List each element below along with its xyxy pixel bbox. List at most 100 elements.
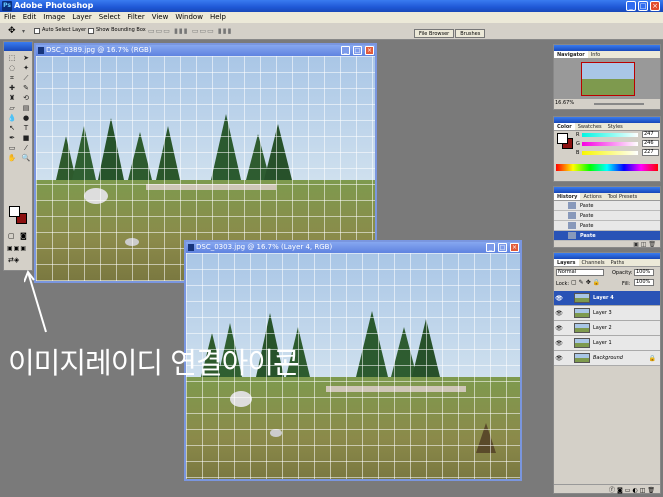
green-value[interactable]: 246 [642, 140, 659, 147]
show-bounding-box-checkbox[interactable] [88, 28, 94, 34]
screen-mode-icons[interactable]: ▣▣▣ [7, 245, 27, 252]
tab-actions[interactable]: Actions [580, 193, 604, 200]
healing-brush-tool-icon[interactable]: ✚ [5, 83, 19, 93]
move-tool-icon[interactable]: ➤ [19, 53, 33, 63]
zoom-tool-icon[interactable]: 🔍 [19, 153, 33, 163]
hand-tool-icon[interactable]: ✋ [5, 153, 19, 163]
marquee-tool-icon[interactable]: ⬚ [5, 53, 19, 63]
tab-layers[interactable]: Layers [554, 259, 579, 266]
opacity-field[interactable]: 100% [634, 269, 654, 276]
pen-tool-icon[interactable]: ✒ [5, 133, 19, 143]
blend-mode-select[interactable]: Normal [556, 269, 604, 276]
history-state[interactable]: Paste [554, 211, 660, 221]
tab-info[interactable]: Info [588, 51, 603, 58]
layer-row-background[interactable]: 👁 Background 🔒 [554, 351, 660, 366]
close-icon[interactable]: × [510, 243, 519, 252]
tab-channels[interactable]: Channels [579, 259, 608, 266]
brush-tool-icon[interactable]: ✎ [19, 83, 33, 93]
navigator-thumbnail[interactable] [581, 62, 635, 96]
tab-styles[interactable]: Styles [605, 123, 626, 130]
minimize-icon[interactable]: _ [341, 46, 350, 55]
menu-image[interactable]: Image [43, 12, 65, 23]
adjustment-layer-icon[interactable]: ◐ [632, 487, 639, 494]
shape-tool-icon[interactable]: ■ [19, 133, 33, 143]
slice-tool-icon[interactable]: ⟋ [19, 73, 33, 83]
close-icon[interactable]: × [365, 46, 374, 55]
crop-tool-icon[interactable]: ⌗ [5, 73, 19, 83]
notes-tool-icon[interactable]: ▭ [5, 143, 19, 153]
maximize-icon[interactable]: □ [498, 243, 507, 252]
tab-color[interactable]: Color [554, 123, 575, 130]
history-state-current[interactable]: Paste [554, 231, 660, 241]
new-document-icon[interactable]: ◫ [641, 241, 647, 248]
menu-file[interactable]: File [4, 12, 16, 23]
navigator-zoom-value[interactable]: 16.67% [555, 100, 574, 106]
visibility-eye-icon[interactable]: 👁 [554, 340, 564, 347]
trash-icon[interactable]: 🗑 [647, 487, 657, 494]
green-slider[interactable] [582, 142, 638, 146]
tab-swatches[interactable]: Swatches [575, 123, 605, 130]
quick-mask-icon[interactable]: ◙ [20, 232, 27, 240]
tab-tool-presets[interactable]: Tool Presets [605, 193, 641, 200]
visibility-eye-icon[interactable]: 👁 [554, 325, 564, 332]
layer-row[interactable]: 👁 Layer 4 [554, 291, 660, 306]
visibility-eye-icon[interactable]: 👁 [554, 310, 564, 317]
magic-wand-tool-icon[interactable]: ✦ [19, 63, 33, 73]
document-title-bar[interactable]: DSC_0303.jpg @ 16.7% (Layer 4, RGB) _ □ … [186, 242, 520, 253]
blue-slider[interactable] [582, 151, 638, 155]
visibility-eye-icon[interactable]: 👁 [554, 295, 564, 302]
layer-row[interactable]: 👁 Layer 3 [554, 306, 660, 321]
layer-row[interactable]: 👁 Layer 1 [554, 336, 660, 351]
menu-layer[interactable]: Layer [72, 12, 92, 23]
eraser-tool-icon[interactable]: ▱ [5, 103, 19, 113]
path-select-tool-icon[interactable]: ↖ [5, 123, 19, 133]
clone-stamp-tool-icon[interactable]: ♜ [5, 93, 19, 103]
tab-file-browser[interactable]: File Browser [414, 29, 455, 38]
menu-help[interactable]: Help [210, 12, 226, 23]
red-value[interactable]: 247 [642, 131, 659, 138]
jump-to-imageready-icon[interactable]: ⇄◈ [8, 256, 19, 264]
gradient-tool-icon[interactable]: ▤ [19, 103, 33, 113]
document-title-bar[interactable]: DSC_0389.jpg @ 16.7% (RGB) _ □ × [36, 45, 375, 56]
tab-history[interactable]: History [554, 193, 581, 200]
menu-edit[interactable]: Edit [23, 12, 37, 23]
fill-field[interactable]: 100% [634, 279, 654, 286]
eyedropper-tool-icon[interactable]: ⁄ [19, 143, 33, 153]
color-ramp[interactable] [556, 164, 658, 171]
minimize-icon[interactable]: _ [626, 1, 636, 11]
maximize-icon[interactable]: □ [353, 46, 362, 55]
standard-mode-icon[interactable]: ▢ [8, 232, 15, 240]
trash-icon[interactable]: 🗑 [648, 241, 656, 248]
zoom-slider[interactable] [594, 103, 644, 105]
red-slider[interactable] [582, 133, 638, 137]
layer-mask-icon[interactable]: ◙ [617, 487, 625, 494]
history-brush-tool-icon[interactable]: ⟲ [19, 93, 33, 103]
move-tool-icon[interactable]: ✥ [8, 26, 16, 36]
foreground-color-swatch[interactable] [9, 206, 20, 217]
visibility-eye-icon[interactable]: 👁 [554, 355, 564, 362]
close-icon[interactable]: × [650, 1, 660, 11]
tab-navigator[interactable]: Navigator [554, 51, 588, 58]
lock-icons[interactable]: ▢✎✥🔒 [571, 279, 602, 286]
blue-value[interactable]: 227 [642, 149, 659, 156]
navigator-preview[interactable] [554, 59, 660, 99]
history-state[interactable]: Paste [554, 221, 660, 231]
new-snapshot-icon[interactable]: ▣ [633, 241, 639, 248]
lasso-tool-icon[interactable]: ◌ [5, 63, 19, 73]
layer-row[interactable]: 👁 Layer 2 [554, 321, 660, 336]
tab-paths[interactable]: Paths [608, 259, 628, 266]
align-buttons-icon[interactable]: ▭▭▭ ▮▮▮ ▭▭▭ ▮▮▮ [148, 27, 232, 35]
tab-brushes[interactable]: Brushes [455, 29, 486, 38]
minimize-icon[interactable]: _ [486, 243, 495, 252]
menu-filter[interactable]: Filter [127, 12, 144, 23]
history-state[interactable]: Paste [554, 201, 660, 211]
layer-style-icon[interactable]: ⓕ [609, 487, 617, 494]
auto-select-layer-checkbox[interactable] [34, 28, 40, 34]
type-tool-icon[interactable]: T [19, 123, 33, 133]
maximize-icon[interactable]: □ [638, 1, 648, 11]
menu-window[interactable]: Window [175, 12, 203, 23]
menu-select[interactable]: Select [99, 12, 121, 23]
menu-view[interactable]: View [152, 12, 169, 23]
dodge-tool-icon[interactable]: ● [19, 113, 33, 123]
tool-preset-chevron-icon[interactable]: ▾ [22, 28, 25, 35]
